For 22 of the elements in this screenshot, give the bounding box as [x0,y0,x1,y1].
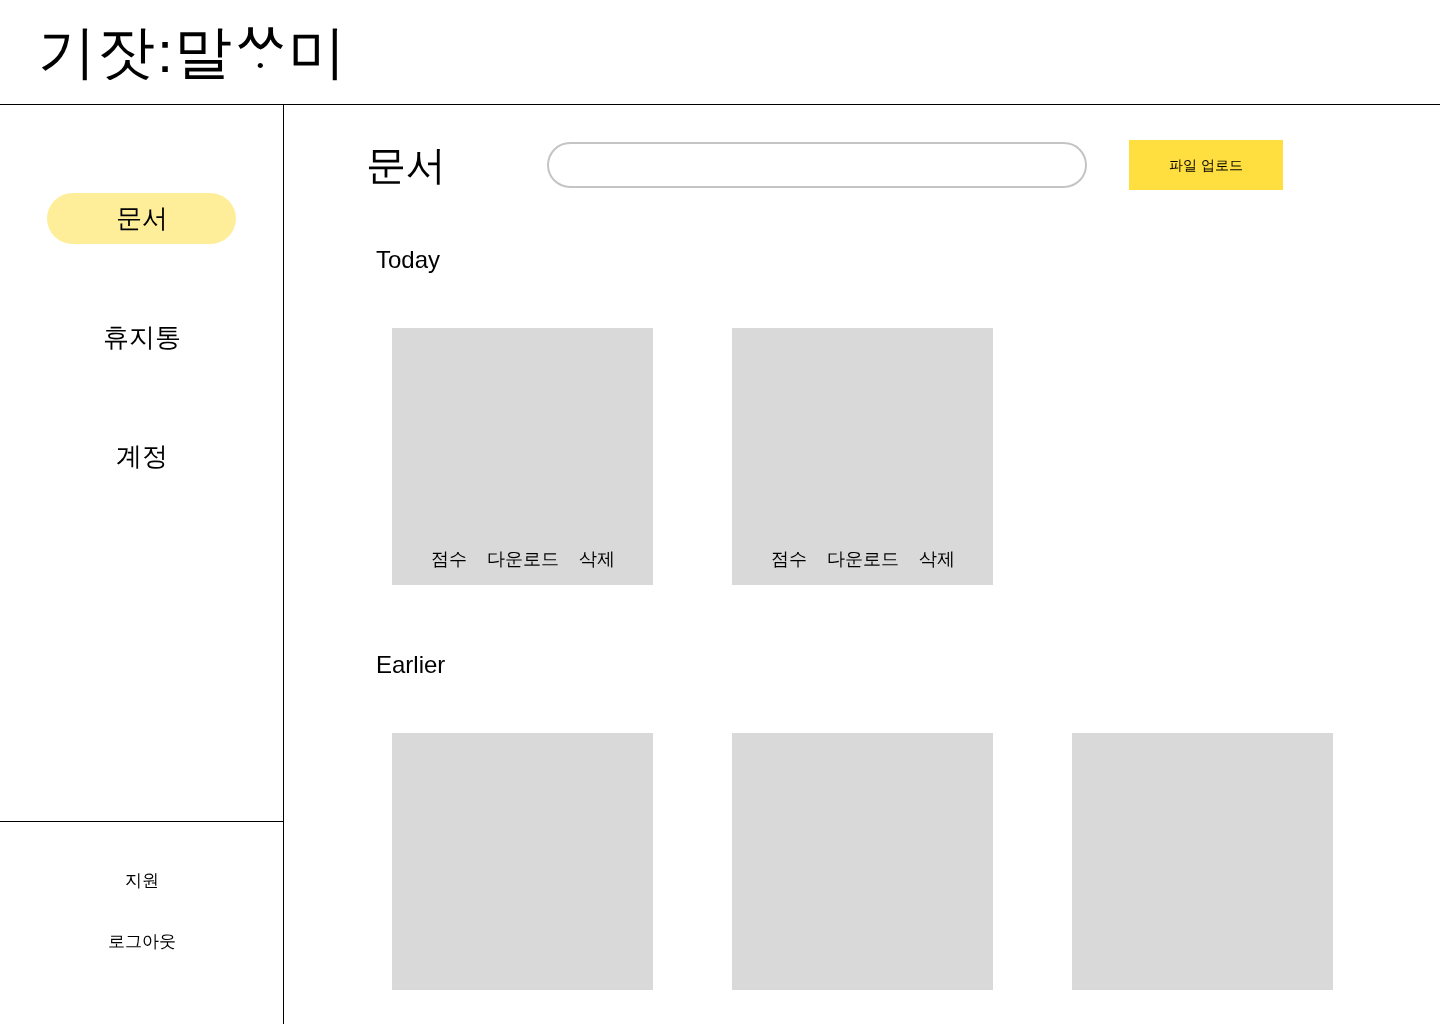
sidebar-link[interactable]: 지원 [124,872,159,889]
card-action[interactable]: 점수 [430,550,467,568]
document-card[interactable]: 점수 다운로드 삭제 [732,328,993,585]
document-card[interactable]: 점수 다운로드 삭제 [392,328,653,585]
document-card[interactable] [732,733,993,990]
card-action[interactable]: 다운로드 [826,550,899,568]
document-card[interactable] [392,733,653,990]
sidebar-link[interactable]: 로그아웃 [107,933,176,950]
section-heading: Earlier [375,653,447,677]
upload-button[interactable]: 파일 업로드 [1129,140,1283,190]
card-action[interactable]: 삭제 [918,550,955,568]
sidebar-item[interactable]: 문서 [47,193,236,244]
section-heading: Today [375,248,442,272]
document-card[interactable] [1072,733,1333,990]
page-title: 문서 [366,145,447,185]
card-action[interactable]: 점수 [770,550,807,568]
logo-text: 기잣:말ᄊᆞ미 [38,23,348,81]
card-action[interactable]: 삭제 [578,550,615,568]
sidebar-item[interactable]: 휴지통 [47,312,236,363]
sidebar-item[interactable]: 계정 [47,431,236,482]
card-action[interactable]: 다운로드 [486,550,559,568]
search-field[interactable] [547,142,1087,188]
